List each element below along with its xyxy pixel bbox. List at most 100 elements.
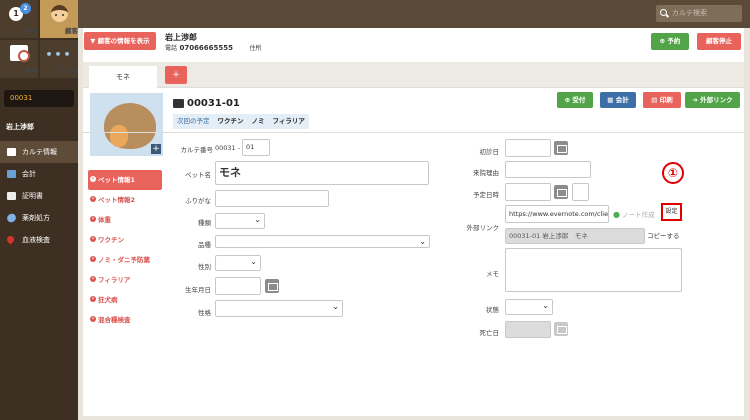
reserve-button-label: 予約 xyxy=(667,37,681,45)
scheduled-date-field[interactable] xyxy=(505,183,551,201)
note-app-indicator: ● ノート作成 xyxy=(613,209,655,219)
sex-select[interactable] xyxy=(215,255,261,271)
pet-photo: + xyxy=(90,93,163,156)
nav-label: その他 xyxy=(58,67,79,75)
address-label: 住所 xyxy=(249,45,262,52)
reserve-button[interactable]: ⊕ 予約 xyxy=(651,33,689,50)
arrow-circle-icon: ➜ xyxy=(692,96,701,104)
evernote-icon: ● xyxy=(613,210,620,219)
sex-label: 性別 xyxy=(198,263,211,271)
breed-select[interactable] xyxy=(215,235,430,248)
external-link-button[interactable]: ➜ 外部リンク xyxy=(685,92,740,108)
visit-reason-label: 来院理由 xyxy=(473,169,499,177)
search-document-icon xyxy=(10,45,30,62)
pet-menu-item[interactable]: フィラリア xyxy=(88,270,162,290)
accounting-button[interactable]: ▦ 会計 xyxy=(600,92,636,108)
main-panel: ▼ 顧客の情報を表示 岩上渉郎 電話 07066665555 住所 ⊕ 予約 顧… xyxy=(83,28,744,416)
pet-info-menu: ペット情報1 ペット情報2 体重 ワクチン ノミ・ダニ予防薬 フィラリア 狂犬病… xyxy=(88,170,162,330)
pill-icon xyxy=(5,212,18,224)
nav-customer[interactable]: 顧客 xyxy=(40,0,78,38)
sidebar-item-label: 証明書 xyxy=(22,192,43,200)
pet-menu-item[interactable]: ワクチン xyxy=(88,230,162,250)
furigana-field[interactable] xyxy=(215,190,329,207)
karte-number-label: カルテ番号 xyxy=(180,146,214,154)
pet-menu-item[interactable]: 体重 xyxy=(88,210,162,230)
customer-face-icon xyxy=(51,5,68,22)
sidebar-item-label: 会計 xyxy=(22,170,36,178)
external-link-button-label: 外部リンク xyxy=(700,96,733,104)
add-photo-icon[interactable]: + xyxy=(151,144,161,154)
chip-next-schedule: 次回の予定 xyxy=(177,117,210,125)
death-date-label: 死亡日 xyxy=(479,329,500,337)
temperament-select[interactable] xyxy=(215,300,343,317)
nav-label: 受付 xyxy=(25,27,38,35)
pet-menu-item[interactable]: ノミ・ダニ予防薬 xyxy=(88,250,162,270)
search-input[interactable]: カルテ検索 xyxy=(656,5,742,22)
customer-id-box: 00031 xyxy=(4,90,74,107)
id-card-icon xyxy=(173,99,184,108)
chip-filaria: フィラリア xyxy=(272,117,305,125)
print-button[interactable]: ▤ 印刷 xyxy=(643,92,681,108)
top-bar: カルテ検索 xyxy=(78,0,750,28)
scheduled-time-field[interactable] xyxy=(572,183,589,201)
customer-contact: 電話 07066665555 住所 xyxy=(165,43,261,52)
sidebar-item-certificate[interactable]: 証明書 xyxy=(0,185,78,207)
sidebar-item-prescription[interactable]: 薬剤処方 xyxy=(0,207,78,229)
memo-textarea[interactable] xyxy=(505,248,682,292)
pet-name-label: ペット名 xyxy=(185,171,211,179)
first-visit-field[interactable] xyxy=(505,139,551,157)
pet-menu-item[interactable]: ペット情報2 xyxy=(88,190,162,210)
species-select[interactable] xyxy=(215,213,265,229)
visit-reason-field[interactable] xyxy=(505,161,591,178)
stop-customer-button[interactable]: 顧客停止 xyxy=(697,33,741,50)
status-label: 状態 xyxy=(486,306,499,314)
calendar-icon[interactable] xyxy=(554,141,568,155)
pet-tabs: モネ + xyxy=(83,62,744,88)
add-pet-tab-button[interactable]: + xyxy=(165,66,187,84)
blood-drop-icon xyxy=(5,234,16,245)
link-text-field: 00031-01 岩上渉郎 モネ xyxy=(505,228,645,244)
birthday-field[interactable] xyxy=(215,277,261,295)
nav-reception[interactable]: 1 2 受付 xyxy=(0,0,38,38)
nav-label: 顧客 xyxy=(65,27,78,35)
show-customer-info-button[interactable]: ▼ 顧客の情報を表示 xyxy=(84,32,156,50)
karte-prefix: 00031 - xyxy=(215,144,241,152)
calendar-icon[interactable] xyxy=(265,279,279,293)
sidebar: 1 2 受付 顧客 検索 ••• その他 00031 岩上渉郎 カルテ情報 会計… xyxy=(0,0,78,420)
calendar-icon[interactable] xyxy=(554,185,568,199)
pet-name-field[interactable]: モネ xyxy=(215,161,429,185)
print-button-label: 印刷 xyxy=(659,96,673,104)
sidebar-item-blood-test[interactable]: 血液検査 xyxy=(0,229,78,251)
karte-suffix-field[interactable]: 01 xyxy=(242,139,270,156)
nav-label: 検索 xyxy=(25,67,38,75)
sidebar-item-label: カルテ情報 xyxy=(22,148,57,156)
search-icon xyxy=(660,9,667,16)
pet-menu-item[interactable]: 混合種検査 xyxy=(88,310,162,330)
printer-icon: ▤ xyxy=(651,96,660,104)
note-app-label: ノート作成 xyxy=(622,211,655,219)
tab-pet-mone[interactable]: モネ xyxy=(89,66,157,88)
sidebar-item-accounting[interactable]: 会計 xyxy=(0,163,78,185)
nav-search[interactable]: 検索 xyxy=(0,40,38,78)
death-date-field xyxy=(505,321,551,338)
id-card-icon xyxy=(7,148,16,156)
accounting-button-label: 会計 xyxy=(615,96,629,104)
nav-other[interactable]: ••• その他 xyxy=(40,40,78,78)
document-icon xyxy=(7,192,16,200)
furigana-label: ふりがな xyxy=(185,197,211,205)
breed-label: 品種 xyxy=(198,241,211,249)
status-select[interactable] xyxy=(505,299,553,315)
customer-name: 岩上渉郎 xyxy=(165,33,197,42)
copy-button[interactable]: コピーする xyxy=(647,230,680,240)
reception-button[interactable]: ⊕ 受付 xyxy=(557,92,593,108)
calendar-icon xyxy=(554,322,568,336)
annotation-number: ① xyxy=(662,162,684,184)
pet-menu-item[interactable]: ペット情報1 xyxy=(88,170,162,190)
reception-button-label: 受付 xyxy=(572,96,586,104)
chip-flea: ノミ xyxy=(251,117,265,125)
external-link-url-field[interactable]: https://www.evernote.com/clie xyxy=(505,205,609,223)
sidebar-item-karte[interactable]: カルテ情報 xyxy=(0,141,78,163)
first-visit-label: 初診日 xyxy=(479,148,500,156)
pet-menu-item[interactable]: 狂犬病 xyxy=(88,290,162,310)
memo-label: メモ xyxy=(486,270,499,278)
